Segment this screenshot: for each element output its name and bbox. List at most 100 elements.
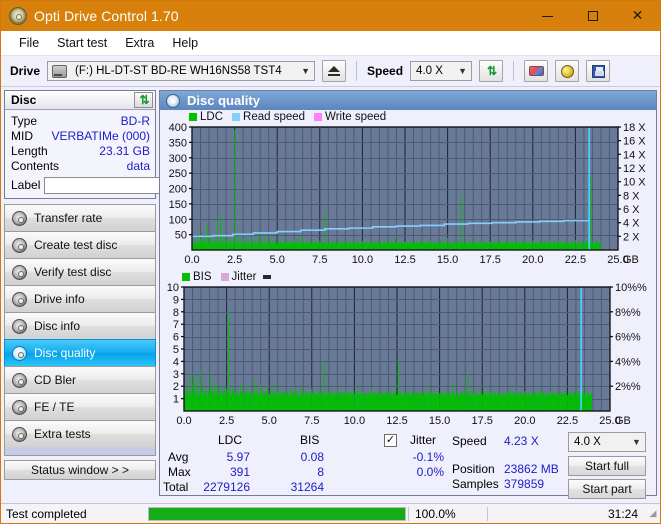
sidebar-filler: [4, 447, 156, 456]
svg-text:5: 5: [173, 344, 179, 356]
menu-item-start-test[interactable]: Start test: [48, 33, 116, 53]
bis-chart: 1 2 3 4 5 6 7 8 9 10 2%% 4%% 6%% 8%% 10%% 0.0 2.5 5.0 7.5 1…: [160, 283, 656, 431]
svg-text:1: 1: [173, 394, 179, 406]
disc-quality-header: Disc quality: [160, 91, 656, 110]
sidebar-item-label: Verify test disc: [34, 265, 112, 279]
disc-row-value: 23.31 GB: [99, 143, 150, 158]
disc-icon: [12, 372, 27, 388]
save-button[interactable]: [586, 60, 611, 82]
disc-row-value: VERBATIMe (000): [51, 128, 150, 143]
app-window: Opti Drive Control 1.70 ✕ File Start tes…: [0, 0, 661, 524]
disc-icon: [12, 399, 27, 415]
sidebar-item-extra-tests[interactable]: Extra tests: [4, 420, 156, 447]
disc-row-value: BD-R: [120, 113, 150, 128]
disc-icon: [12, 291, 27, 307]
disc-row-key: Type: [11, 113, 38, 128]
jitter-checkbox[interactable]: ✓: [384, 432, 397, 447]
svg-text:6%%: 6%%: [615, 332, 641, 344]
disc-row-value: data: [126, 158, 150, 173]
app-disc-icon: [9, 7, 27, 25]
svg-text:20.0: 20.0: [514, 415, 535, 427]
sidebar-item-disc-info[interactable]: Disc info: [4, 312, 156, 339]
stats-row-key: Avg: [168, 450, 189, 464]
sidebar-item-verify-test-disc[interactable]: Verify test disc: [4, 258, 156, 285]
minimize-button[interactable]: [525, 1, 570, 31]
drive-select-value: (F:) HL-DT-ST BD-RE WH16NS58 TST4: [75, 65, 282, 77]
legend-swatch-write-speed: [314, 112, 323, 121]
disc-row-type: Type BD-R: [11, 113, 150, 128]
chevron-down-icon: ▼: [632, 437, 641, 447]
stats-col-bis: BIS: [300, 433, 320, 447]
ldc-chart-svg: 50 100 150 200 250 300 350 400 2 X4 X 6 X 8 X10 X 1…: [169, 123, 647, 266]
legend-swatch-ldc: [189, 112, 197, 121]
sidebar: Disc ⇅ Type BD-R MID VERBATIMe (000) Len…: [1, 87, 213, 493]
drive-select[interactable]: (F:) HL-DT-ST BD-RE WH16NS58 TST4 ▼: [47, 61, 316, 81]
svg-text:10.0: 10.0: [344, 415, 365, 427]
legend-item-jitter: Jitter: [220, 271, 272, 283]
sidebar-item-disc-quality[interactable]: Disc quality: [4, 339, 156, 366]
bulb-button[interactable]: [555, 60, 580, 82]
svg-text:2.5: 2.5: [219, 415, 234, 427]
legend-swatch-bis: [182, 272, 190, 281]
menu-item-help[interactable]: Help: [163, 33, 207, 53]
disc-refresh-button[interactable]: ⇅: [134, 92, 153, 108]
progress-bar: [148, 506, 406, 521]
stats-avg-ldc: 5.97: [226, 450, 250, 464]
maximize-button[interactable]: [570, 1, 615, 31]
sidebar-item-fe-te[interactable]: FE / TE: [4, 393, 156, 420]
svg-text:7: 7: [173, 319, 179, 331]
refresh-arrows-icon: ⇅: [487, 64, 497, 78]
svg-text:8 X: 8 X: [623, 190, 640, 202]
erase-button[interactable]: [524, 60, 549, 82]
bulb-icon: [560, 64, 574, 78]
menu-bar: File Start test Extra Help: [1, 31, 660, 56]
test-speed-select[interactable]: 4.0 X ▼: [568, 432, 646, 452]
svg-text:4 X: 4 X: [623, 218, 640, 230]
bis-chart-svg: 12345678910 2%% 4%% 6%% 8%% 10%% 0.0 2.5 5.0 7.5 1…: [167, 283, 647, 427]
page-title: Disc quality: [187, 93, 260, 108]
svg-text:6: 6: [173, 332, 179, 344]
stats-avg-jitter: -0.1%: [412, 450, 444, 464]
disc-icon: [12, 264, 27, 280]
eject-button[interactable]: [322, 60, 347, 82]
disc-icon: [12, 318, 27, 334]
legend-label: LDC: [200, 110, 224, 123]
stats-col-ldc: LDC: [218, 433, 243, 447]
refresh-button[interactable]: ⇅: [479, 60, 504, 82]
status-window-button[interactable]: Status window > >: [4, 460, 156, 480]
speed-select[interactable]: 4.0 X ▼: [410, 61, 473, 81]
svg-text:12.5: 12.5: [386, 415, 407, 427]
charts-container: LDC Read speed Write speed 50 100 150 200 25…: [160, 110, 656, 499]
svg-text:4: 4: [173, 356, 179, 368]
sidebar-item-create-test-disc[interactable]: Create test disc: [4, 231, 156, 258]
drive-label: Drive: [10, 64, 41, 78]
sidebar-item-drive-info[interactable]: Drive info: [4, 285, 156, 312]
menu-item-file[interactable]: File: [10, 33, 48, 53]
jitter-label: Jitter: [410, 433, 437, 447]
start-full-button[interactable]: Start full: [568, 456, 646, 476]
chevron-down-icon: ▼: [301, 66, 310, 76]
svg-text:10%%: 10%%: [615, 283, 647, 294]
legend-item-write-speed: Write speed: [314, 111, 386, 123]
speed-label: Speed: [367, 64, 404, 78]
svg-text:8%%: 8%%: [615, 307, 641, 319]
svg-text:250: 250: [169, 168, 187, 180]
resize-grip-icon[interactable]: ◢: [646, 508, 660, 519]
sidebar-item-cd-bler[interactable]: CD Bler: [4, 366, 156, 393]
speed-result-label: Speed: [452, 434, 487, 448]
menu-item-extra[interactable]: Extra: [116, 33, 163, 53]
refresh-arrows-icon: ⇅: [139, 93, 149, 107]
svg-text:17.5: 17.5: [479, 254, 500, 266]
svg-text:GB: GB: [623, 254, 639, 266]
svg-text:150: 150: [169, 199, 187, 211]
ldc-chart: 50 100 150 200 250 300 350 400 2 X4 X 6 X 8 X 10 X 1…: [160, 123, 656, 270]
svg-text:400: 400: [169, 123, 187, 134]
speed-select-value: 4.0 X: [416, 65, 443, 77]
svg-text:9: 9: [173, 294, 179, 306]
svg-text:GB: GB: [615, 415, 631, 427]
sidebar-item-transfer-rate[interactable]: Transfer rate: [4, 204, 156, 231]
disc-panel-header: Disc ⇅: [5, 91, 155, 110]
elapsed-time: 31:24: [487, 506, 646, 521]
start-part-button[interactable]: Start part: [568, 479, 646, 499]
close-button[interactable]: ✕: [615, 1, 660, 31]
